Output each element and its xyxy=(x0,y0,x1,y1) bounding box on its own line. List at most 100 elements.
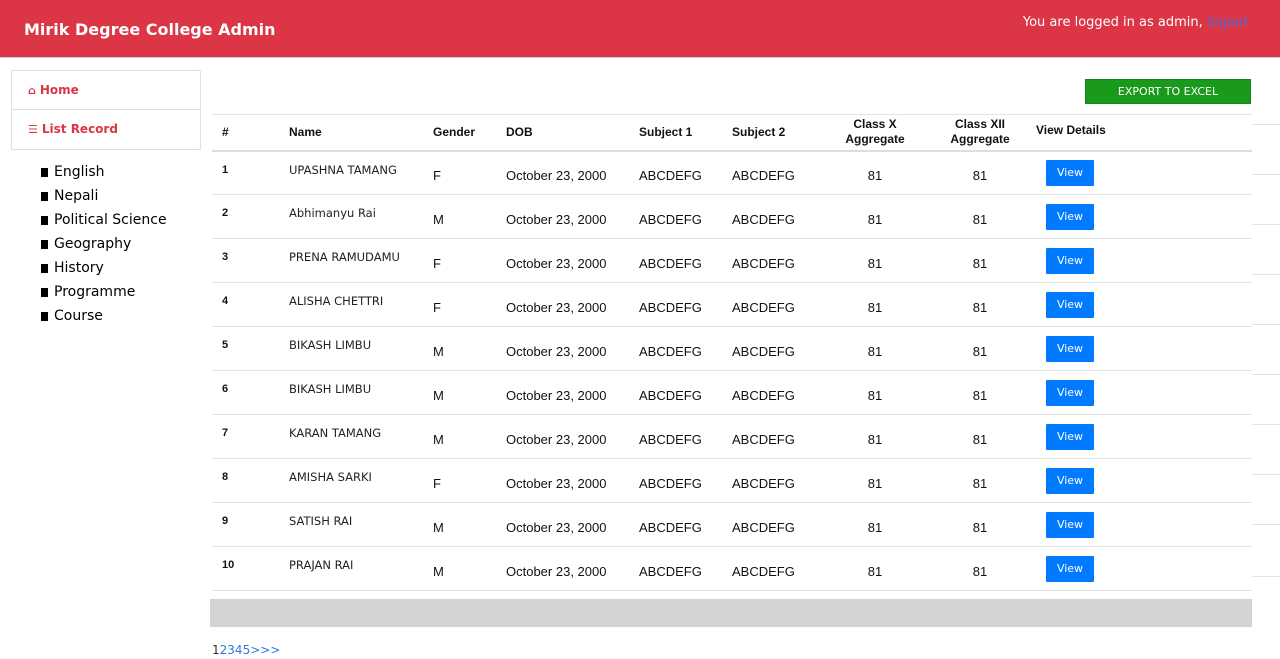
divider xyxy=(1252,274,1280,275)
view-button[interactable]: View xyxy=(1046,555,1094,582)
table-row: 4 ALISHA CHETTRI F October 23, 2000 ABCDEFG A… xyxy=(212,283,1252,327)
cell-index: 4 xyxy=(222,295,229,307)
header-line: Aggregate xyxy=(845,132,905,147)
page-link[interactable]: 3 xyxy=(227,643,235,657)
table-row: 3 PRENA RAMUDAMU F October 23, 2000 ABCDEFG A… xyxy=(212,239,1252,283)
home-icon: ⌂ xyxy=(28,83,36,97)
cell-dob: October 23, 2000 xyxy=(506,388,607,403)
export-to-excel-button[interactable]: EXPORT TO EXCEL xyxy=(1085,79,1251,104)
header-line: Aggregate xyxy=(950,132,1010,147)
cell-subject2: ABCDEFG xyxy=(732,300,795,315)
view-button[interactable]: View xyxy=(1046,247,1094,274)
records-table-container: # Name Gender DOB Subject 1 Subject 2 Cl… xyxy=(212,114,1252,591)
cell-dob: October 23, 2000 xyxy=(506,300,607,315)
table-row: 8 AMISHA SARKI F October 23, 2000 ABCDEFG ABC… xyxy=(212,459,1252,503)
cell-class-x-aggregate: 81 xyxy=(867,388,883,403)
divider xyxy=(1252,576,1280,577)
cell-class-x-aggregate: 81 xyxy=(867,344,883,359)
cell-gender: M xyxy=(433,520,444,535)
cell-class-xii-aggregate: 81 xyxy=(972,432,988,447)
table-footer-bar xyxy=(210,599,1252,627)
subject-label: Programme xyxy=(54,284,136,300)
divider xyxy=(1252,224,1280,225)
cell-class-xii-aggregate: 81 xyxy=(972,212,988,227)
cell-name: PRAJAN RAI xyxy=(289,558,354,572)
pagination: 12345>>> xyxy=(212,643,280,657)
sidebar-item-home[interactable]: ⌂ Home xyxy=(12,71,200,109)
col-header-subject2: Subject 2 xyxy=(732,124,786,139)
col-header-class-xii: Class XII Aggregate xyxy=(927,115,1033,151)
cell-view: View xyxy=(1033,327,1252,371)
view-button[interactable]: View xyxy=(1046,291,1094,318)
list-icon: ☰ xyxy=(28,122,38,136)
subject-item[interactable]: History xyxy=(41,256,167,280)
cell-view: View xyxy=(1033,195,1252,239)
page-next[interactable]: >>> xyxy=(250,643,280,657)
subject-label: Geography xyxy=(54,236,132,252)
cell-subject1: ABCDEFG xyxy=(639,432,702,447)
cell-view: View xyxy=(1033,503,1252,547)
cell-class-xii-aggregate: 81 xyxy=(972,168,988,184)
page-current[interactable]: 1 xyxy=(212,643,220,657)
cell-subject1: ABCDEFG xyxy=(639,520,702,535)
cell-index: 5 xyxy=(222,339,229,351)
cell-name: Abhimanyu Rai xyxy=(289,206,376,220)
subject-item[interactable]: Political Science xyxy=(41,208,167,232)
cell-subject2: ABCDEFG xyxy=(732,432,795,447)
cell-dob: October 23, 2000 xyxy=(506,256,607,271)
col-header-view-details: View Details xyxy=(1036,123,1106,137)
subject-item[interactable]: Programme xyxy=(41,280,167,304)
view-button[interactable]: View xyxy=(1046,467,1094,494)
brand-title[interactable]: Mirik Degree College Admin xyxy=(24,20,276,39)
divider xyxy=(1252,524,1280,525)
col-header-index: # xyxy=(222,124,229,139)
logout-link[interactable]: logout xyxy=(1207,15,1248,30)
cell-view: View xyxy=(1033,415,1252,459)
cell-view: View xyxy=(1033,459,1252,503)
cell-gender: F xyxy=(433,168,441,184)
cell-gender: F xyxy=(433,256,441,271)
cell-class-xii-aggregate: 81 xyxy=(972,564,988,579)
view-button[interactable]: View xyxy=(1046,203,1094,230)
cell-subject2: ABCDEFG xyxy=(732,168,795,184)
table-row: 6 BIKASH LIMBU M October 23, 2000 ABCDEFG ABC… xyxy=(212,371,1252,415)
col-header-name: Name xyxy=(289,124,322,139)
logged-in-text: You are logged in as admin, xyxy=(1022,15,1207,30)
view-button[interactable]: View xyxy=(1046,159,1094,186)
cell-class-x-aggregate: 81 xyxy=(867,520,883,535)
cell-index: 7 xyxy=(222,427,229,439)
col-header-class-x: Class X Aggregate xyxy=(823,115,927,151)
cell-dob: October 23, 2000 xyxy=(506,212,607,227)
cell-index: 2 xyxy=(222,207,229,219)
view-button[interactable]: View xyxy=(1046,423,1094,450)
cell-index: 10 xyxy=(222,559,235,571)
cell-subject2: ABCDEFG xyxy=(732,212,795,227)
cell-view: View xyxy=(1033,547,1252,591)
subject-item[interactable]: Course xyxy=(41,304,167,328)
cell-gender: M xyxy=(433,212,444,227)
divider xyxy=(1252,474,1280,475)
subject-item[interactable]: Geography xyxy=(41,232,167,256)
sidebar-item-list-record[interactable]: ☰ List Record xyxy=(12,109,200,148)
cell-index: 8 xyxy=(222,471,229,483)
col-header-dob: DOB xyxy=(506,124,533,139)
view-button[interactable]: View xyxy=(1046,379,1094,406)
view-button[interactable]: View xyxy=(1046,335,1094,362)
cell-class-xii-aggregate: 81 xyxy=(972,256,988,271)
cell-view: View xyxy=(1033,283,1252,327)
cell-dob: October 23, 2000 xyxy=(506,344,607,359)
cell-class-x-aggregate: 81 xyxy=(867,432,883,447)
view-button[interactable]: View xyxy=(1046,511,1094,538)
cell-class-xii-aggregate: 81 xyxy=(972,476,988,491)
square-bullet-icon xyxy=(41,215,48,225)
subject-item[interactable]: English xyxy=(41,160,167,184)
cell-subject1: ABCDEFG xyxy=(639,300,702,315)
cell-class-xii-aggregate: 81 xyxy=(972,388,988,403)
page-link[interactable]: 4 xyxy=(235,643,243,657)
subject-item[interactable]: Nepali xyxy=(41,184,167,208)
square-bullet-icon xyxy=(41,287,48,297)
subject-label: Nepali xyxy=(54,188,99,204)
square-bullet-icon xyxy=(41,239,48,249)
cell-subject2: ABCDEFG xyxy=(732,476,795,491)
cell-gender: F xyxy=(433,300,441,315)
